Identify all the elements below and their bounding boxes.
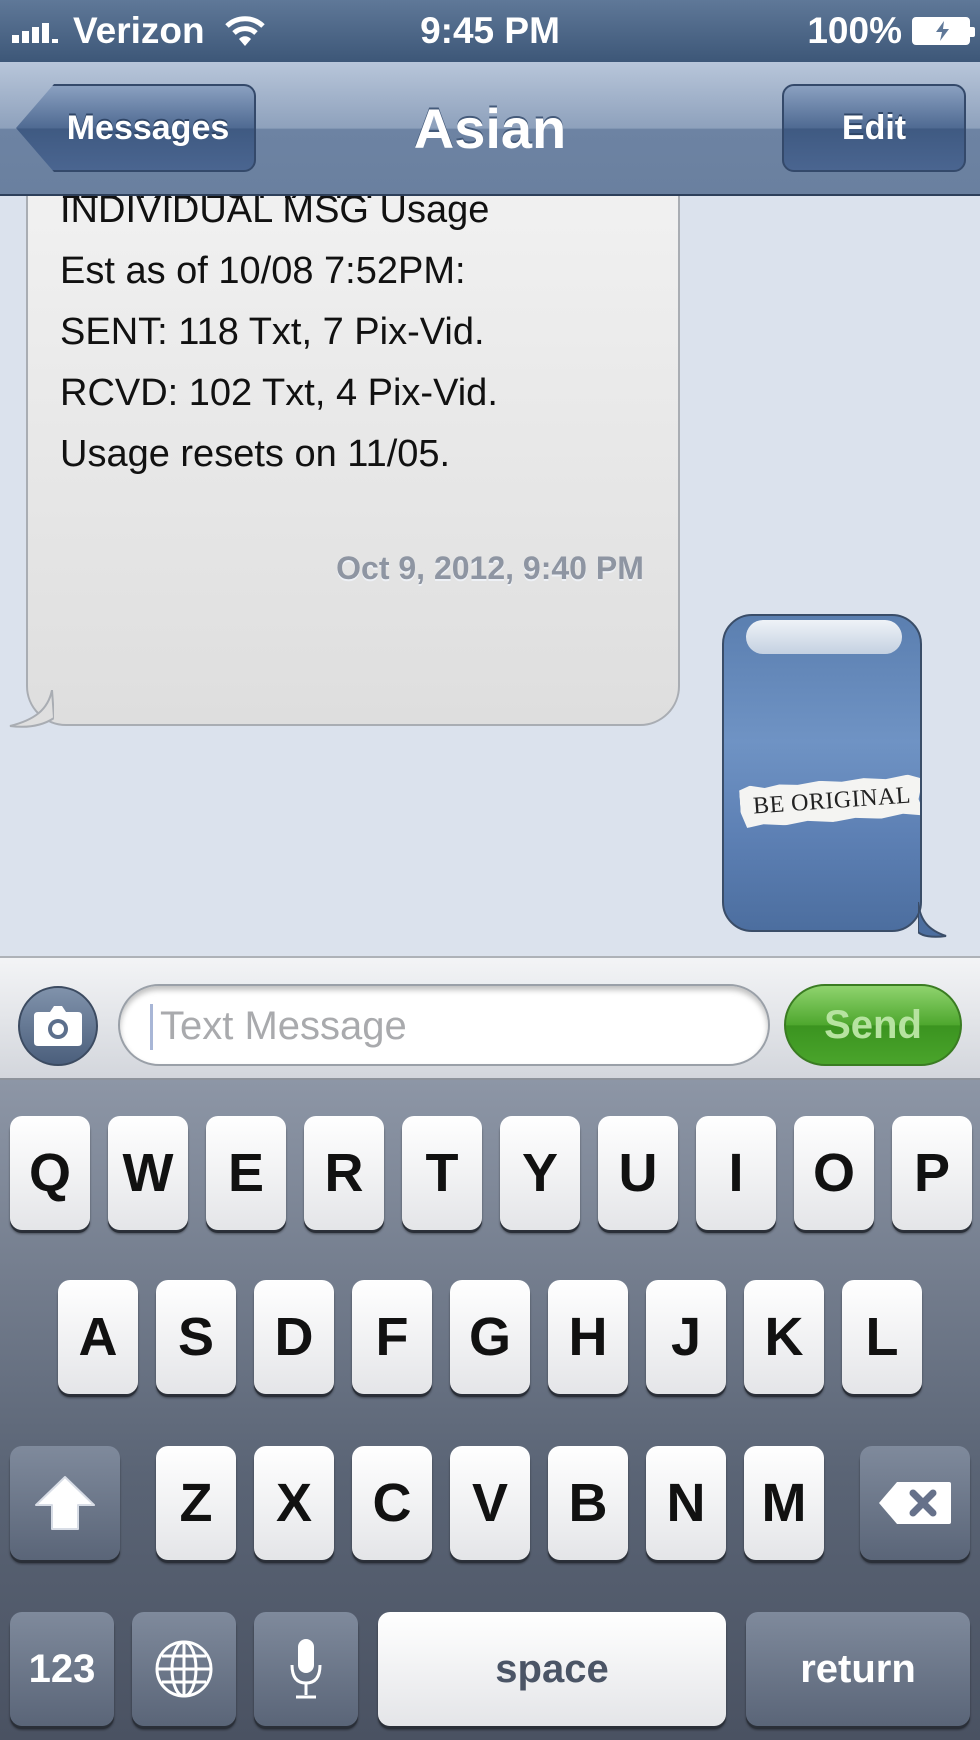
bubble-gloss — [746, 620, 902, 654]
key-a[interactable]: A — [58, 1280, 138, 1394]
shift-icon — [35, 1476, 95, 1530]
key-x[interactable]: X — [254, 1446, 334, 1560]
navigation-bar: Messages Asian Edit — [0, 62, 980, 196]
keyboard: Q W E R T Y U I O P A S D F G H J K L Z … — [0, 1080, 980, 1740]
key-s[interactable]: S — [156, 1280, 236, 1394]
status-bar: Verizon 9:45 PM 100% — [0, 0, 980, 62]
conversation-thread[interactable]: 118 Txt, 13 PixVid. INDIVIDUAL MSG Usage… — [0, 196, 980, 956]
battery-percent: 100% — [807, 10, 902, 51]
numbers-key[interactable]: 123 — [10, 1612, 114, 1726]
message-timestamp: Oct 9, 2012, 9:40 PM — [336, 550, 644, 586]
key-f[interactable]: F — [352, 1280, 432, 1394]
key-b[interactable]: B — [548, 1446, 628, 1560]
backspace-key[interactable] — [860, 1446, 970, 1560]
backspace-icon — [879, 1482, 951, 1524]
shift-key[interactable] — [10, 1446, 120, 1560]
text-message-input[interactable]: Text Message — [118, 984, 770, 1066]
microphone-icon — [290, 1639, 322, 1699]
message-line: Est as of 10/08 7:52PM: — [60, 250, 466, 292]
key-v[interactable]: V — [450, 1446, 530, 1560]
dictation-key[interactable] — [254, 1612, 358, 1726]
message-line: RCVD: 102 Txt, 4 Pix-Vid. — [60, 372, 498, 414]
edit-button-label: Edit — [841, 108, 907, 147]
battery-icon — [912, 17, 975, 45]
key-w[interactable]: W — [108, 1116, 188, 1230]
key-p[interactable]: P — [892, 1116, 972, 1230]
message-line: SENT: 118 Txt, 7 Pix-Vid. — [60, 311, 485, 353]
received-message-bubble[interactable]: 118 Txt, 13 PixVid. INDIVIDUAL MSG Usage… — [26, 196, 680, 726]
key-i[interactable]: I — [696, 1116, 776, 1230]
key-y[interactable]: Y — [500, 1116, 580, 1230]
key-o[interactable]: O — [794, 1116, 874, 1230]
key-r[interactable]: R — [304, 1116, 384, 1230]
key-q[interactable]: Q — [10, 1116, 90, 1230]
text-caret — [150, 1004, 153, 1050]
key-h[interactable]: H — [548, 1280, 628, 1394]
key-m[interactable]: M — [744, 1446, 824, 1560]
send-button[interactable]: Send — [784, 984, 962, 1066]
message-line: INDIVIDUAL MSG Usage — [60, 196, 490, 231]
edit-button[interactable]: Edit — [782, 84, 966, 172]
message-line: Usage resets on 11/05. — [60, 433, 451, 475]
message-text: INDIVIDUAL MSG Usage Est as of 10/08 7:5… — [60, 196, 498, 485]
key-e[interactable]: E — [206, 1116, 286, 1230]
space-key[interactable]: space — [378, 1612, 726, 1726]
key-t[interactable]: T — [402, 1116, 482, 1230]
bubble-tail-right — [918, 902, 947, 938]
globe-icon — [155, 1640, 213, 1698]
key-g[interactable]: G — [450, 1280, 530, 1394]
key-z[interactable]: Z — [156, 1446, 236, 1560]
key-k[interactable]: K — [744, 1280, 824, 1394]
bubble-tail-left — [9, 690, 54, 728]
sent-picture-message[interactable]: BE ORIGINAL — [722, 614, 922, 932]
camera-icon — [34, 1006, 82, 1046]
key-c[interactable]: C — [352, 1446, 432, 1560]
key-n[interactable]: N — [646, 1446, 726, 1560]
key-d[interactable]: D — [254, 1280, 334, 1394]
message-input-bar: Text Message Send — [0, 956, 980, 1080]
key-u[interactable]: U — [598, 1116, 678, 1230]
send-button-label: Send — [824, 1002, 922, 1047]
globe-key[interactable] — [132, 1612, 236, 1726]
text-message-placeholder: Text Message — [160, 1004, 407, 1048]
key-j[interactable]: J — [646, 1280, 726, 1394]
battery-group: 100% — [807, 10, 975, 52]
picture-caption: BE ORIGINAL — [739, 774, 922, 829]
key-l[interactable]: L — [842, 1280, 922, 1394]
return-key[interactable]: return — [746, 1612, 970, 1726]
camera-button[interactable] — [18, 986, 98, 1066]
